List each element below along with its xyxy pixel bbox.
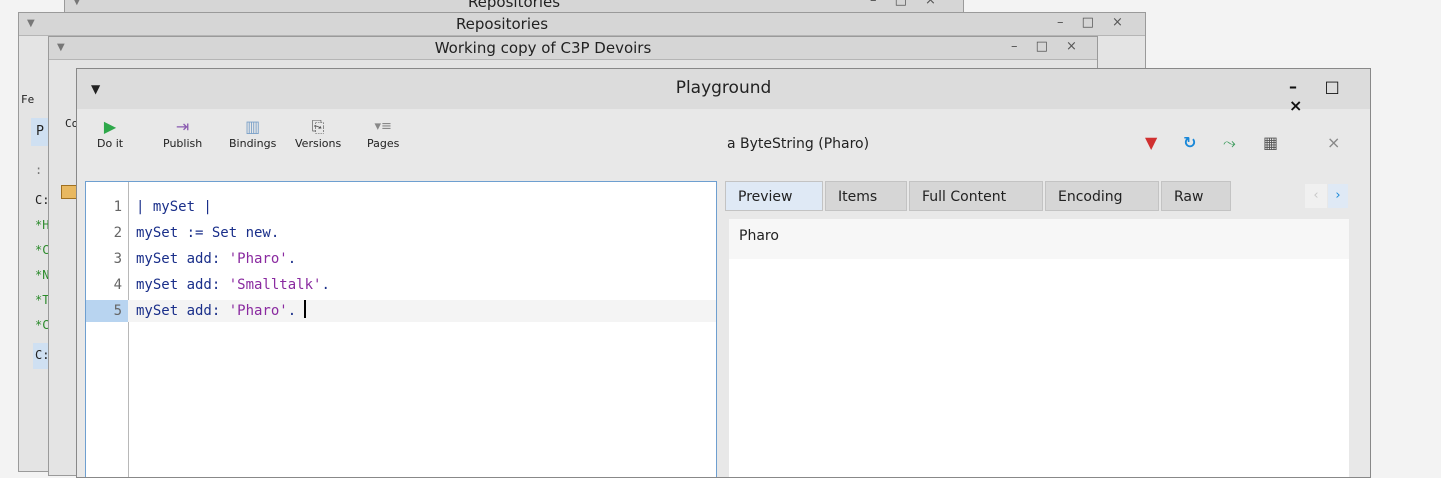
preview-value: Pharo <box>729 219 1349 259</box>
window-title: Repositories <box>455 15 549 33</box>
bindings-label: Bindings <box>229 137 277 150</box>
code-line[interactable]: 4 mySet add: 'Smalltalk'. <box>86 274 716 296</box>
playground-window[interactable]: ▼ Playground – □ × ▶ Do it ⇥ Publish ▥ B… <box>76 68 1371 478</box>
publish-icon: ⇥ <box>175 117 190 136</box>
line-number: 1 <box>113 199 122 215</box>
title-bar[interactable]: ▼ Repositories – □ × <box>19 13 1145 36</box>
code-line[interactable]: 3 mySet add: 'Pharo'. <box>86 248 716 270</box>
tab-encoding[interactable]: Encoding <box>1045 181 1159 211</box>
peek-p: P <box>36 124 44 139</box>
window-title: Playground <box>675 78 772 98</box>
text-cursor <box>304 300 307 318</box>
code-line[interactable]: 2 mySet := Set new. <box>86 222 716 244</box>
code-line[interactable]: 1 | mySet | <box>86 196 716 218</box>
line-number: 3 <box>113 251 122 267</box>
publish-label: Publish <box>163 137 203 150</box>
do-it-label: Do it <box>97 137 124 150</box>
pages-label: Pages <box>367 137 400 150</box>
do-it-button[interactable]: ▶ Do it <box>97 117 123 150</box>
window-controls[interactable]: – □ × <box>1289 77 1370 115</box>
title-bar[interactable]: ▼ Working copy of C3P Devoirs – □ × <box>49 37 1097 60</box>
bindings-button[interactable]: ▥ Bindings <box>229 117 276 150</box>
peek-tab[interactable]: P <box>31 118 49 146</box>
bindings-icon: ▥ <box>245 117 261 136</box>
versions-label: Versions <box>295 137 342 150</box>
code-editor[interactable]: 1 | mySet | 2 mySet := Set new. 3 mySet … <box>85 181 717 477</box>
code-text: mySet := Set new. <box>136 225 280 241</box>
code-text: mySet add: 'Pharo'. <box>136 300 307 322</box>
code-text: | mySet | <box>136 199 212 215</box>
window-title: Repositories <box>467 0 561 11</box>
preview-pane[interactable]: Pharo <box>729 219 1349 477</box>
play-icon: ▶ <box>103 117 117 136</box>
window-title: Working copy of C3P Devoirs <box>434 39 652 57</box>
versions-button[interactable]: ⎘ Versions <box>295 117 341 150</box>
window-controls[interactable]: – □ × <box>870 0 943 8</box>
tab-full-content[interactable]: Full Content <box>909 181 1043 211</box>
peek-fe: Fe <box>21 93 35 106</box>
line-number: 5 <box>86 300 128 322</box>
code-text: mySet add: 'Smalltalk'. <box>136 277 330 293</box>
window-controls[interactable]: – □ × <box>1057 15 1130 30</box>
pages-icon: ▾≡ <box>374 119 392 134</box>
publish-button[interactable]: ⇥ Publish <box>163 117 202 150</box>
pages-button[interactable]: ▾≡ Pages <box>367 117 399 150</box>
peek-colon: : <box>35 163 43 177</box>
line-number: 4 <box>113 277 122 293</box>
versions-icon: ⎘ <box>311 117 325 136</box>
peek-selected-row[interactable]: C: <box>33 343 49 369</box>
folder-icon <box>61 185 77 199</box>
close-inspector-icon[interactable]: × <box>1327 133 1340 152</box>
window-controls[interactable]: – □ × <box>1011 39 1084 54</box>
title-bar[interactable]: ▼ Playground – □ × <box>77 69 1370 115</box>
tab-items[interactable]: Items <box>825 181 907 211</box>
code-text: mySet add: 'Pharo'. <box>136 251 297 267</box>
inspector-title: a ByteString (Pharo) <box>727 136 870 152</box>
tab-raw[interactable]: Raw <box>1161 181 1231 211</box>
line-number: 2 <box>113 225 122 241</box>
tab-preview[interactable]: Preview <box>725 181 823 211</box>
filter-icon[interactable]: ▼ <box>1145 133 1157 152</box>
tab-scroll-left-icon[interactable]: ‹ <box>1305 184 1327 208</box>
refresh-icon[interactable]: ↻ <box>1183 133 1196 152</box>
code-line-active[interactable]: 5 mySet add: 'Pharo'. <box>86 300 716 322</box>
connect-icon[interactable]: ⤳ <box>1223 133 1236 153</box>
tab-scroll-right-icon[interactable]: › <box>1328 184 1348 208</box>
table-icon[interactable]: ▦ <box>1263 133 1278 152</box>
